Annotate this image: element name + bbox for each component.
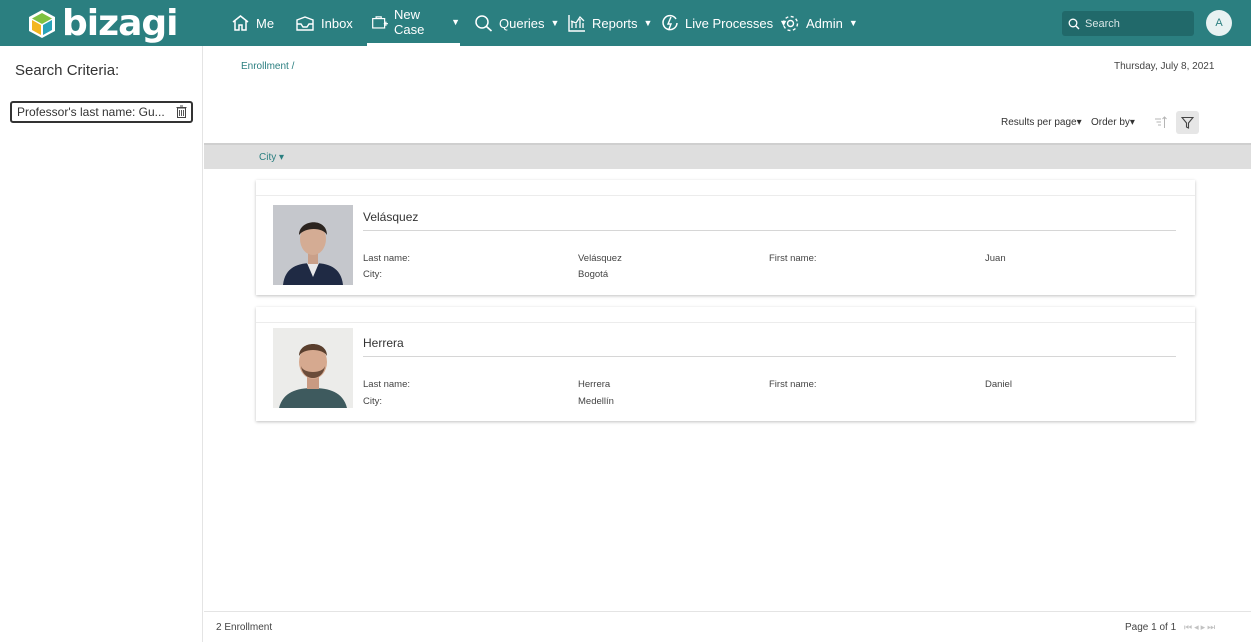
first-name-value: Daniel xyxy=(985,379,1012,390)
home-icon xyxy=(232,15,249,31)
group-by-bar: City ▾ xyxy=(204,143,1251,169)
group-by-label: City xyxy=(259,152,277,163)
reports-icon xyxy=(568,15,585,32)
order-by-label: Order by xyxy=(1091,117,1130,128)
chevron-down-icon: ▼ xyxy=(848,18,858,28)
last-name-value: Velásquez xyxy=(578,253,622,264)
person-photo-icon xyxy=(273,205,353,285)
record-card[interactable]: Herrera Last name: Herrera First name: D… xyxy=(256,307,1195,421)
breadcrumb[interactable]: Enrollment / xyxy=(241,61,294,72)
trash-icon[interactable] xyxy=(176,105,187,118)
card-divider xyxy=(363,230,1176,231)
nav-live-processes[interactable]: Live Processes ▼ xyxy=(661,0,788,46)
gear-icon xyxy=(782,15,799,31)
search-criteria-chip[interactable]: Professor's last name: Gu... xyxy=(10,101,193,123)
nav-me[interactable]: Me xyxy=(231,0,274,46)
sort-icon[interactable] xyxy=(1154,116,1168,129)
person-photo-icon xyxy=(273,328,353,408)
chevron-down-icon: ▼ xyxy=(550,18,560,28)
nav-reports[interactable]: Reports ▼ xyxy=(568,0,652,46)
nav-new-case-label: New Case xyxy=(394,6,425,37)
results-footer: 2 Enrollment Page 1 of 1 ⏮◂▸⏭ xyxy=(204,611,1251,642)
first-name-value: Juan xyxy=(985,253,1006,264)
chevron-down-icon: ▼ xyxy=(643,18,653,28)
global-search[interactable] xyxy=(1062,11,1194,36)
card-header-strip xyxy=(256,307,1195,323)
nav-me-label: Me xyxy=(256,15,275,31)
nav-reports-label: Reports xyxy=(592,15,638,31)
inbox-icon xyxy=(296,15,314,31)
search-icon xyxy=(1068,18,1080,29)
search-input[interactable] xyxy=(1085,17,1185,30)
city-value: Medellín xyxy=(578,396,614,407)
nav-queries-label: Queries xyxy=(499,15,545,31)
nav-admin[interactable]: Admin ▼ xyxy=(781,0,858,46)
caret-down-icon: ▾ xyxy=(1129,117,1135,128)
chevron-down-icon: ▼ xyxy=(451,16,460,27)
first-page-icon[interactable]: ⏮ xyxy=(1184,622,1194,632)
group-by-city-dropdown[interactable]: City ▾ xyxy=(259,152,284,163)
card-divider xyxy=(363,356,1176,357)
order-by-dropdown[interactable]: Order by▾ xyxy=(1091,117,1135,128)
last-name-label: Last name: xyxy=(363,253,410,264)
results-per-page-dropdown[interactable]: Results per page▾ xyxy=(1001,117,1082,128)
search-icon xyxy=(475,15,493,32)
nav-admin-label: Admin xyxy=(806,15,843,31)
card-header-strip xyxy=(256,180,1195,196)
record-photo xyxy=(273,328,353,408)
record-card[interactable]: Velásquez Last name: Velásquez First nam… xyxy=(256,180,1195,295)
first-name-label: First name: xyxy=(769,379,817,390)
city-label: City: xyxy=(363,269,382,280)
user-avatar[interactable]: A xyxy=(1206,10,1232,36)
live-processes-icon xyxy=(662,14,678,31)
search-criteria-title: Search Criteria: xyxy=(15,62,120,79)
caret-down-icon: ▾ xyxy=(1076,117,1082,128)
last-page-icon[interactable]: ⏭ xyxy=(1207,622,1217,632)
pagination-controls: ⏮◂▸⏭ xyxy=(1184,622,1217,633)
search-criteria-text: Professor's last name: Gu... xyxy=(17,105,165,119)
city-value: Bogotá xyxy=(578,269,609,280)
caret-down-icon: ▾ xyxy=(279,152,285,163)
nav-queries[interactable]: Queries ▼ xyxy=(474,0,559,46)
current-date: Thursday, July 8, 2021 xyxy=(1114,61,1215,72)
search-criteria-panel: Search Criteria: Professor's last name: … xyxy=(0,46,203,642)
nav-inbox[interactable]: Inbox xyxy=(295,0,353,46)
brand-name: bizagi xyxy=(62,3,178,44)
nav-new-case[interactable]: New Case ▼ xyxy=(367,0,460,46)
nav-live-processes-label: Live Processes xyxy=(685,15,774,31)
record-title: Velásquez xyxy=(363,210,419,224)
filter-icon xyxy=(1181,116,1194,129)
bizagi-logo[interactable]: bizagi xyxy=(28,3,178,44)
last-name-value: Herrera xyxy=(578,379,611,390)
new-case-icon xyxy=(372,15,389,29)
first-name-label: First name: xyxy=(769,253,817,264)
results-count: 2 Enrollment xyxy=(216,622,273,633)
nav-inbox-label: Inbox xyxy=(321,15,353,31)
record-photo xyxy=(273,205,353,285)
city-label: City: xyxy=(363,396,382,407)
record-title: Herrera xyxy=(363,336,404,350)
bizagi-logo-mark-icon xyxy=(29,10,55,38)
top-navigation-bar: bizagi Me Inbox New Case ▼ Queries ▼ Rep… xyxy=(0,0,1251,46)
last-name-label: Last name: xyxy=(363,379,410,390)
filter-button[interactable] xyxy=(1176,111,1199,134)
results-per-page-label: Results per page xyxy=(1001,117,1077,128)
page-indicator: Page 1 of 1 xyxy=(1125,622,1177,633)
